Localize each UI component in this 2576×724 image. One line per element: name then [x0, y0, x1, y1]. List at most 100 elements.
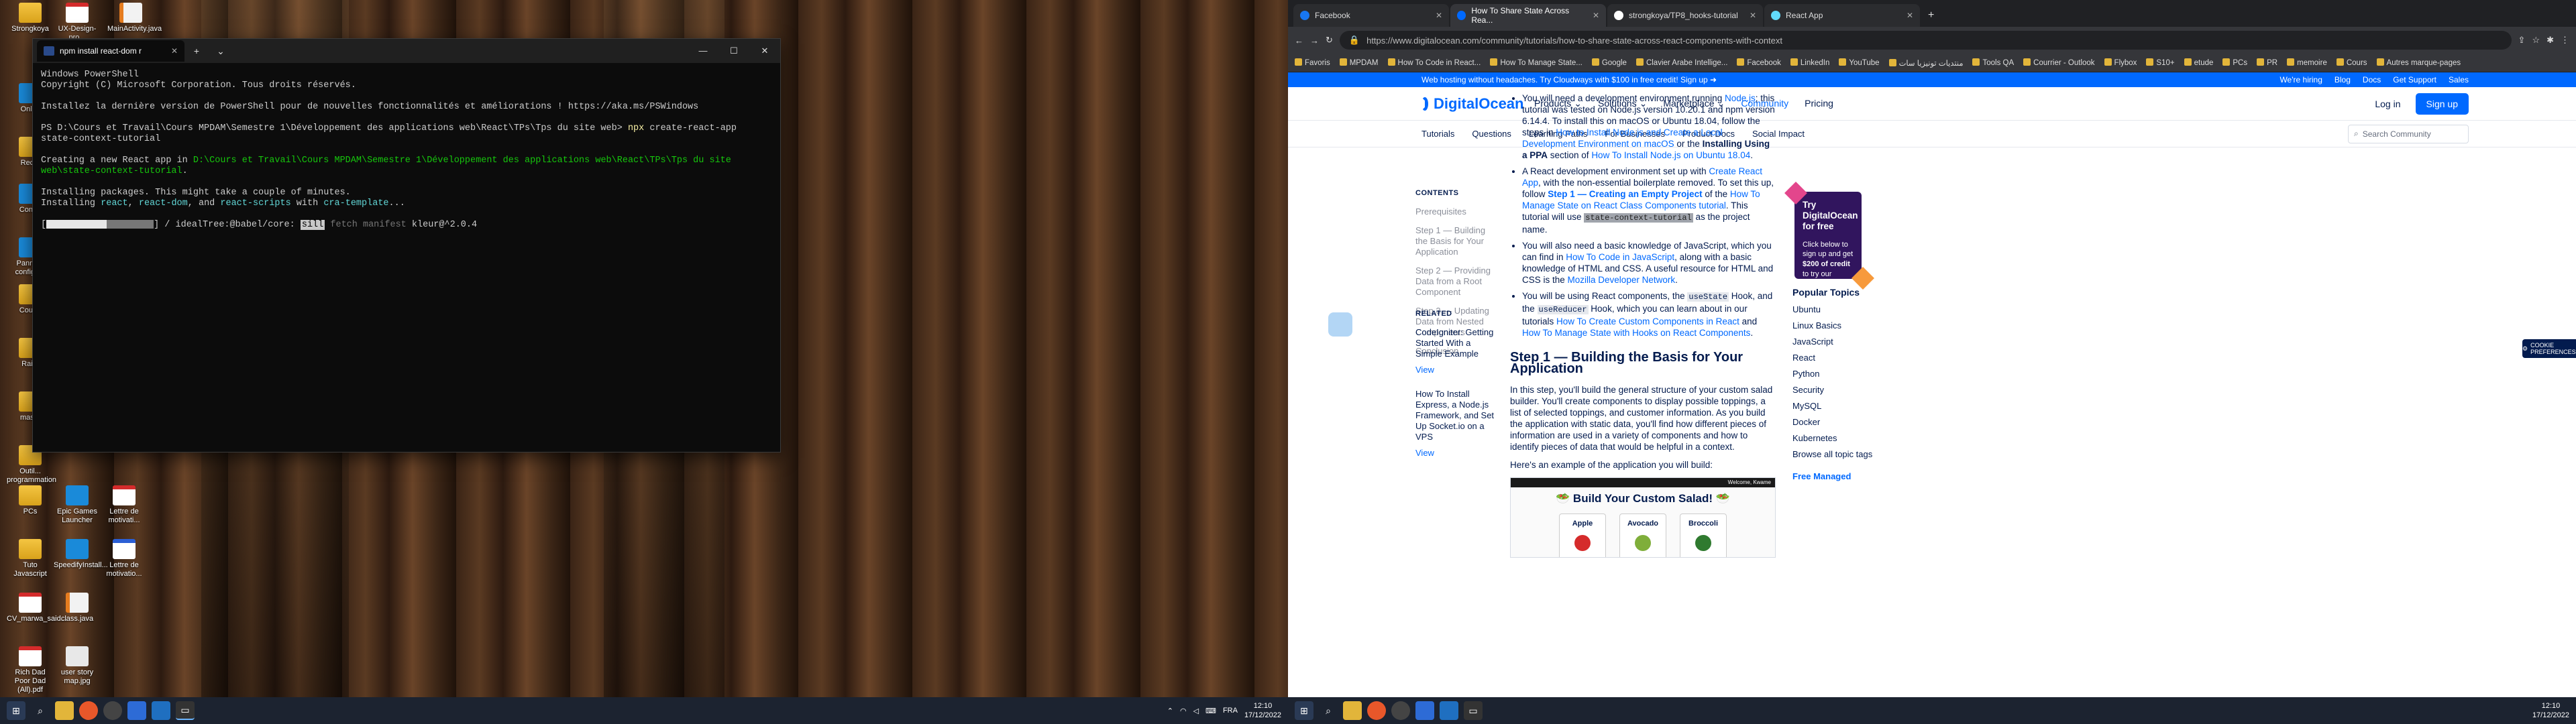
desktop-icon[interactable]: CV_marwa_said... — [7, 593, 67, 623]
close-tab-icon[interactable]: ✕ — [1907, 11, 1913, 20]
promo-banner[interactable]: Web hosting without headaches. Try Cloud… — [1288, 72, 2576, 87]
article-link[interactable]: Mozilla Developer Network — [1568, 275, 1676, 285]
reload-icon[interactable]: ↻ — [1326, 35, 1333, 46]
inline-code[interactable]: state-context-tutorial — [1584, 213, 1693, 223]
terminal-app-icon[interactable]: ▭ — [176, 701, 195, 720]
topic-link[interactable]: MySQL — [1792, 401, 1893, 411]
desktop-icon[interactable]: Rich Dad Poor Dad (All).pdf — [7, 646, 54, 695]
terminal-app-icon[interactable]: ▭ — [1464, 701, 1483, 720]
search-icon[interactable]: ⌕ — [1319, 701, 1338, 720]
extensions-icon[interactable]: ✱ — [2546, 35, 2554, 46]
terminal-window[interactable]: npm install react-dom r ✕ + ⌄ — ☐ ✕ Wind… — [32, 38, 781, 452]
desktop-icon[interactable]: user story map.jpg — [54, 646, 101, 686]
browser-tab[interactable]: Facebook ✕ — [1293, 4, 1449, 27]
article-link[interactable]: How To Manage State with Hooks on React … — [1522, 328, 1750, 338]
new-tab-button[interactable]: + — [184, 46, 209, 56]
bookmark-item[interactable]: YouTube — [1839, 58, 1880, 67]
desktop-icon[interactable]: MainActivity.java — [107, 3, 162, 34]
bookmark-item[interactable]: MPDAM — [1339, 58, 1379, 67]
bookmark-item[interactable]: Facebook — [1737, 58, 1781, 67]
keyboard-icon[interactable]: ⌨ — [1205, 707, 1216, 715]
bookmark-item[interactable]: How To Manage State... — [1490, 58, 1582, 67]
free-managed-link[interactable]: Free Managed — [1792, 471, 1893, 481]
subnav-item[interactable]: Questions — [1472, 129, 1511, 139]
desktop-icon[interactable]: Lettre de motivatio... — [101, 539, 148, 579]
fruit-card[interactable]: Avocado — [1619, 514, 1666, 557]
bookmark-item[interactable]: PR — [2257, 58, 2277, 67]
close-tab-icon[interactable]: ✕ — [1436, 11, 1442, 20]
star-icon[interactable]: ☆ — [2532, 35, 2540, 46]
article-link[interactable]: Step 1 — Creating an Empty Project — [1548, 189, 1702, 199]
bookmark-item[interactable]: LinkedIn — [1790, 58, 1829, 67]
top-link[interactable]: We're hiring — [2279, 75, 2322, 84]
signup-button[interactable]: Sign up — [2415, 93, 2469, 115]
top-link[interactable]: Docs — [2363, 75, 2381, 84]
promo-text[interactable]: Web hosting without headaches. Try Cloud… — [1421, 75, 1717, 84]
desktop-icon[interactable]: Lettre de motivati... — [101, 485, 148, 525]
bookmark-item[interactable]: Cours — [2336, 58, 2367, 67]
topic-link[interactable]: Docker — [1792, 417, 1893, 427]
language-indicator[interactable]: FRA — [1223, 707, 1238, 715]
desktop-icon[interactable]: Tuto Javascript — [7, 539, 54, 579]
bookmark-item[interactable]: Courrier - Outlook — [2023, 58, 2095, 67]
search-icon[interactable]: ⌕ — [31, 701, 50, 720]
cookie-preferences-button[interactable]: ⚙ COOKIE PREFERENCES — [2522, 339, 2576, 358]
digitalocean-logo[interactable]: DigitalOcean — [1421, 95, 1523, 113]
toc-item[interactable]: Prerequisites — [1415, 206, 1496, 217]
terminal-output[interactable]: Windows PowerShell Copyright (C) Microso… — [33, 63, 780, 237]
topic-link[interactable]: Browse all topic tags — [1792, 449, 1893, 459]
desktop-icon[interactable]: Epic Games Launcher — [54, 485, 101, 525]
terminal-titlebar[interactable]: npm install react-dom r ✕ + ⌄ — ☐ ✕ — [33, 39, 780, 63]
jump-to-top-icon[interactable] — [1328, 312, 1352, 337]
clock[interactable]: 12:10 17/12/2022 — [2532, 701, 2569, 720]
bookmark-item[interactable]: memoire — [2287, 58, 2327, 67]
bookmark-item[interactable]: Flybox — [2104, 58, 2137, 67]
topic-link[interactable]: Ubuntu — [1792, 304, 1893, 314]
desktop-icon[interactable]: UX-Design-pro... — [54, 3, 101, 42]
close-button[interactable]: ✕ — [749, 46, 780, 56]
view-link[interactable]: View — [1415, 365, 1496, 375]
share-icon[interactable]: ⇪ — [2518, 35, 2526, 46]
try-digitalocean-card[interactable]: Try DigitalOcean for free Click below to… — [1794, 192, 1862, 314]
chevron-down-icon[interactable]: ⌄ — [209, 46, 233, 57]
desktop-icon[interactable]: class.java — [54, 593, 101, 623]
clock[interactable]: 12:10 17/12/2022 — [1244, 701, 1281, 720]
vscode-icon[interactable] — [127, 701, 146, 720]
desktop-icon[interactable]: PCs — [7, 485, 54, 516]
windows-start-icon[interactable]: ⊞ — [1295, 701, 1313, 720]
related-item[interactable]: How To Install Express, a Node.js Framew… — [1415, 389, 1496, 442]
bookmark-item[interactable]: PCs — [2222, 58, 2247, 67]
search-community-input[interactable]: ⌕ Search Community — [2348, 124, 2469, 143]
bookmark-item[interactable]: etude — [2184, 58, 2213, 67]
topic-link[interactable]: Python — [1792, 369, 1893, 379]
bookmark-item[interactable]: Favoris — [1295, 58, 1330, 67]
top-link[interactable]: Sales — [2449, 75, 2469, 84]
bookmark-item[interactable]: How To Code in React... — [1387, 58, 1481, 67]
browser-tab[interactable]: strongkoya/TP8_hooks-tutorial ✕ — [1607, 4, 1763, 27]
nav-item[interactable]: Pricing — [1805, 98, 1833, 109]
view-link[interactable]: View — [1415, 448, 1496, 459]
subnav-item[interactable]: Tutorials — [1421, 129, 1454, 139]
top-link[interactable]: Blog — [2334, 75, 2351, 84]
fruit-card[interactable]: Apple — [1559, 514, 1606, 557]
intellij-icon[interactable] — [1440, 701, 1458, 720]
related-item[interactable]: CodeIgniter: Getting Started With a Simp… — [1415, 327, 1496, 359]
maximize-button[interactable]: ☐ — [718, 46, 749, 56]
bookmark-item[interactable]: S10+ — [2146, 58, 2175, 67]
topic-link[interactable]: Security — [1792, 385, 1893, 395]
back-icon[interactable]: ← — [1295, 36, 1303, 46]
windows-start-icon[interactable]: ⊞ — [7, 701, 25, 720]
address-bar[interactable]: 🔒 https://www.digitalocean.com/community… — [1339, 31, 2512, 50]
forward-icon[interactable]: → — [1310, 36, 1319, 46]
menu-icon[interactable]: ⋮ — [2561, 35, 2569, 46]
intellij-icon[interactable] — [152, 701, 170, 720]
browser-tab[interactable]: React App ✕ — [1764, 4, 1920, 27]
close-tab-icon[interactable]: ✕ — [171, 46, 178, 56]
article-link[interactable]: How To Code in JavaScript — [1566, 252, 1674, 262]
chrome-icon[interactable] — [103, 701, 122, 720]
topic-link[interactable]: JavaScript — [1792, 337, 1893, 347]
desktop-icon[interactable]: SpeedifyInstall... — [54, 539, 108, 570]
volume-icon[interactable]: ◁ — [1193, 707, 1199, 715]
vscode-icon[interactable] — [1415, 701, 1434, 720]
desktop-icon[interactable]: Strongkoya — [7, 3, 54, 34]
